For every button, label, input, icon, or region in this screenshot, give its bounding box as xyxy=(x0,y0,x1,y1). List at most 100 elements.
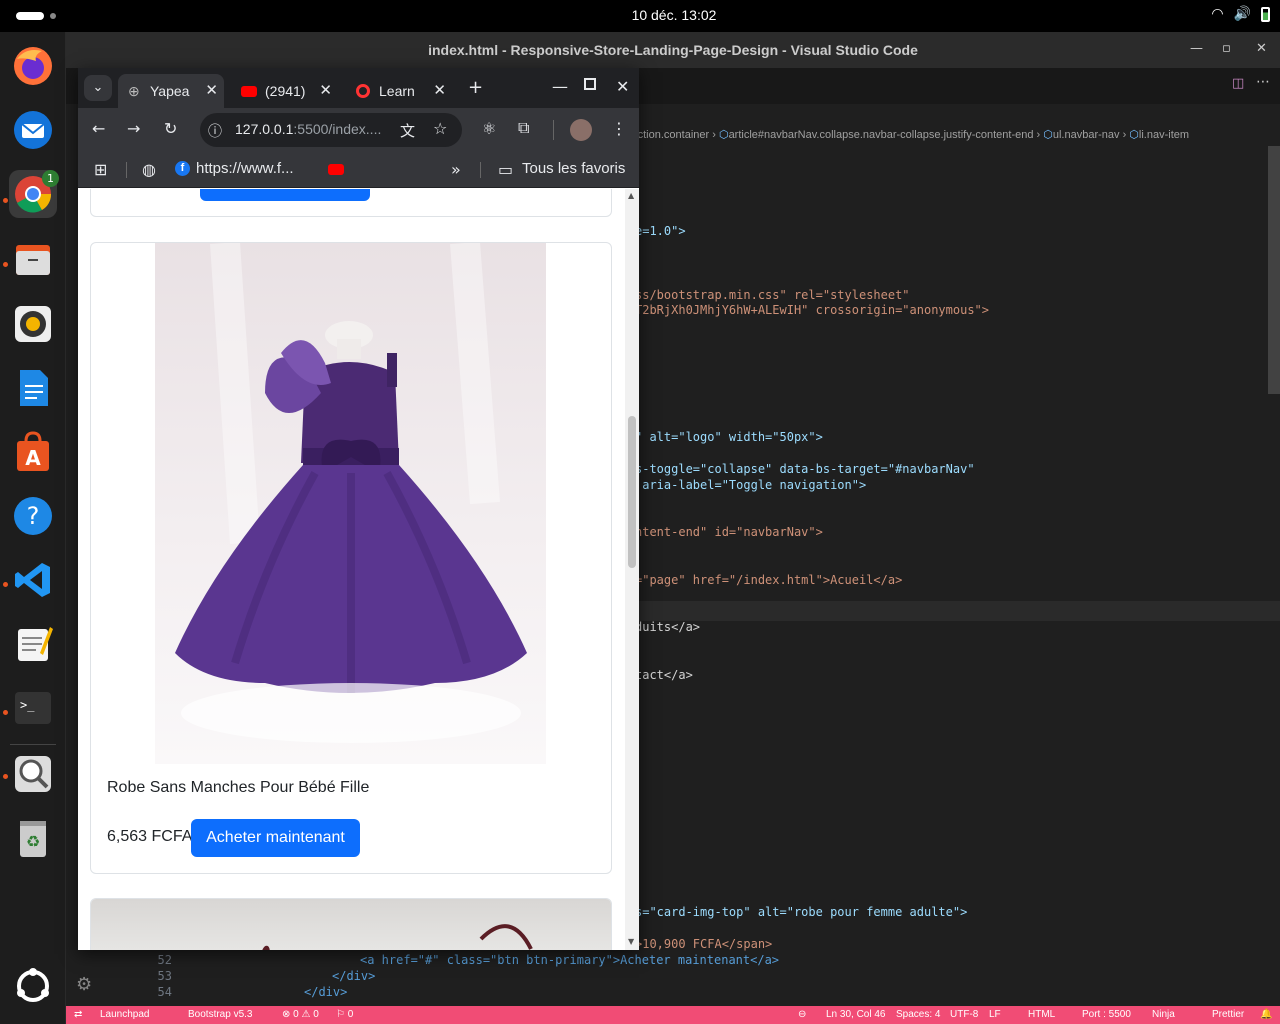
editor-scrollbar[interactable] xyxy=(1268,146,1280,394)
maximize-icon[interactable] xyxy=(584,78,596,90)
text-editor-icon[interactable] xyxy=(9,620,57,668)
code-line[interactable]: s="card-img-top" alt="robe pour femme ad… xyxy=(635,904,967,920)
back-icon[interactable]: ← xyxy=(92,119,105,138)
tab-search-icon[interactable]: ⌄ xyxy=(84,75,112,101)
split-editor-icon[interactable]: ◫ xyxy=(1232,76,1244,91)
tab-yapea[interactable]: ⊕ Yapea ✕ xyxy=(118,74,224,108)
product-price: 6,563 FCFA xyxy=(107,828,193,845)
notifications-icon[interactable]: 🔔 xyxy=(1260,1006,1272,1024)
breadcrumb-item[interactable]: li.nav-item xyxy=(1139,129,1189,141)
maximize-icon[interactable]: ▫ xyxy=(1222,41,1231,56)
site-info-icon[interactable]: ⓘ xyxy=(208,121,222,141)
system-tray[interactable]: ◠ 🔊 xyxy=(1211,6,1270,22)
cursor-position[interactable]: Ln 30, Col 46 xyxy=(826,1006,886,1024)
code-line[interactable]: </div> xyxy=(304,984,347,1000)
code-line[interactable]: aria-label="Toggle navigation"> xyxy=(635,477,866,493)
magnifier-icon[interactable] xyxy=(9,750,57,798)
menu-icon[interactable]: ⋮ xyxy=(611,119,627,138)
all-bookmarks[interactable]: Tous les favoris xyxy=(522,160,625,177)
files-icon[interactable] xyxy=(9,236,57,284)
toolbar: ← → ↻ ⓘ 127.0.0.1:5500/index.... 文 ☆ ⚛ ⧉… xyxy=(78,108,639,152)
tab-youtube[interactable]: (2941) ✕ xyxy=(238,74,338,108)
clock[interactable]: 10 déc. 13:02 xyxy=(0,7,1280,23)
minimize-icon[interactable]: — xyxy=(1190,41,1203,56)
svg-text:?: ? xyxy=(27,502,40,530)
indentation-status[interactable]: Spaces: 4 xyxy=(896,1006,940,1024)
address-bar[interactable]: ⓘ 127.0.0.1:5500/index.... 文 ☆ xyxy=(200,113,462,147)
close-tab-icon[interactable]: ✕ xyxy=(205,74,218,108)
code-line[interactable]: s-toggle="collapse" data-bs-target="#nav… xyxy=(635,461,975,477)
minimize-icon[interactable]: — xyxy=(552,77,568,96)
youtube-bookmark-icon[interactable] xyxy=(328,164,344,175)
purple-dress-illustration xyxy=(175,243,527,743)
new-tab-icon[interactable]: + xyxy=(468,77,483,98)
ninja-status[interactable]: Ninja xyxy=(1152,1006,1175,1024)
encoding-status[interactable]: UTF-8 xyxy=(950,1006,978,1024)
code-line[interactable]: >10,900 FCFA</span> xyxy=(635,936,772,952)
line-number: 54 xyxy=(157,985,172,999)
code-line[interactable]: ss/bootstrap.min.css" rel="stylesheet" xyxy=(635,287,910,303)
breadcrumb-item[interactable]: ul.navbar-nav xyxy=(1053,129,1120,141)
code-line[interactable]: ntent-end" id="navbarNav"> xyxy=(635,524,823,540)
opera-icon xyxy=(356,84,370,98)
problems-status[interactable]: ⊗ 0 ⚠ 0 xyxy=(282,1006,319,1024)
launchpad-status[interactable]: Launchpad xyxy=(100,1006,150,1024)
product-image xyxy=(155,243,546,764)
more-bookmarks-icon[interactable]: » xyxy=(451,160,461,179)
remote-icon[interactable]: ⇄ xyxy=(74,1006,82,1024)
settings-gear-icon[interactable]: ⚙ xyxy=(76,974,92,995)
zoom-icon[interactable]: ⊖ xyxy=(798,1006,806,1024)
eol-status[interactable]: LF xyxy=(989,1006,1001,1024)
help-icon[interactable]: ? xyxy=(9,492,57,540)
system-top-bar: 10 déc. 13:02 ◠ 🔊 xyxy=(0,0,1280,32)
bookmark-star-icon[interactable]: ☆ xyxy=(433,119,447,138)
code-line[interactable]: " alt="logo" width="50px"> xyxy=(635,429,823,445)
terminal-icon[interactable]: >_ xyxy=(9,684,57,732)
vscode-icon[interactable] xyxy=(9,556,57,604)
code-line[interactable]: ="page" href="/index.html">Acueil</a> xyxy=(635,572,902,588)
bookmark-facebook[interactable]: https://www.f... xyxy=(196,160,294,177)
rhythmbox-icon[interactable] xyxy=(9,300,57,348)
code-line[interactable]: duits</a> xyxy=(635,619,700,635)
bootstrap-status[interactable]: Bootstrap v5.3 xyxy=(188,1006,252,1024)
close-icon[interactable]: ✕ xyxy=(1256,41,1267,56)
reload-icon[interactable]: ↻ xyxy=(164,119,177,138)
code-line[interactable]: T2bRjXh0JMhjY6hW+ALEwIH" crossorigin="an… xyxy=(635,302,989,318)
tab-learn[interactable]: Learn ✕ xyxy=(352,74,452,108)
react-devtools-icon[interactable]: ⚛ xyxy=(482,119,496,138)
battery-icon xyxy=(1261,6,1270,22)
more-actions-icon[interactable]: ⋯ xyxy=(1256,74,1270,90)
code-line[interactable]: <a href="#" class="btn btn-primary">Ache… xyxy=(360,952,779,968)
live-server-status[interactable]: Port : 5500 xyxy=(1082,1006,1131,1024)
app-center-icon[interactable]: A xyxy=(9,428,57,476)
trash-icon[interactable]: ♻ xyxy=(9,814,57,862)
product-card: Robe Sans Manches Pour Bébé Fille 6,563 … xyxy=(90,242,612,874)
thunderbird-icon[interactable] xyxy=(9,106,57,154)
extensions-icon[interactable]: ⧉ xyxy=(518,118,529,138)
page-scrollbar[interactable]: ▲ ▼ xyxy=(625,189,639,950)
product-card xyxy=(90,898,612,950)
volume-icon: 🔊 xyxy=(1233,6,1251,22)
breadcrumb-item[interactable]: article#navbarNav.collapse.navbar-collap… xyxy=(729,129,1034,141)
globe-bookmark-icon[interactable]: ◍ xyxy=(142,160,156,179)
forward-icon[interactable]: → xyxy=(127,119,140,138)
buy-now-button[interactable]: Acheter maintenant xyxy=(191,819,360,857)
close-tab-icon[interactable]: ✕ xyxy=(433,74,446,108)
close-window-icon[interactable]: ✕ xyxy=(616,77,629,96)
close-tab-icon[interactable]: ✕ xyxy=(319,74,332,108)
chrome-icon[interactable]: 1 xyxy=(9,170,59,218)
language-status[interactable]: HTML xyxy=(1028,1006,1055,1024)
chrome-window: ⌄ ⊕ Yapea ✕ (2941) ✕ Learn ✕ + — ✕ ← → ↻… xyxy=(78,68,639,950)
ports-status[interactable]: ⚐ 0 xyxy=(336,1006,353,1024)
show-apps-icon[interactable] xyxy=(9,962,57,1010)
apps-grid-icon[interactable]: ⊞ xyxy=(94,160,107,179)
code-line[interactable]: tact</a> xyxy=(635,667,693,683)
code-line[interactable]: e=1.0"> xyxy=(635,223,686,239)
firefox-icon[interactable] xyxy=(9,42,57,90)
buy-button-previous[interactable] xyxy=(200,189,370,201)
libreoffice-writer-icon[interactable] xyxy=(9,364,57,412)
code-line[interactable]: </div> xyxy=(332,968,375,984)
translate-icon[interactable]: 文 xyxy=(400,120,415,141)
prettier-status[interactable]: Prettier xyxy=(1212,1006,1244,1024)
profile-avatar[interactable] xyxy=(570,119,592,141)
